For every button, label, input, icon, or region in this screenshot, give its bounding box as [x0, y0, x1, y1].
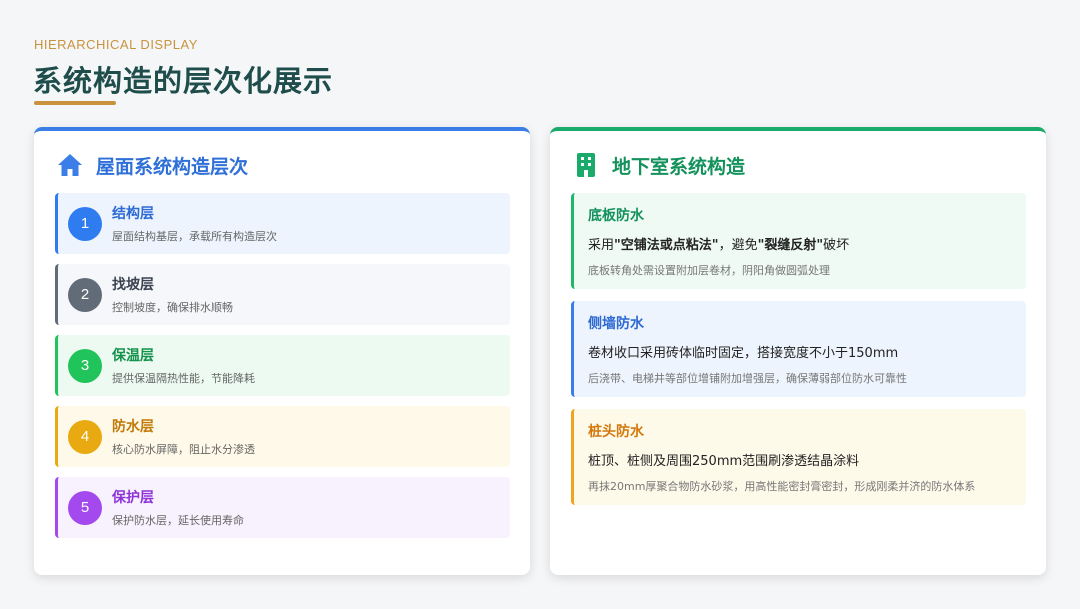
part-note: 底板转角处需设置附加层卷材，阴阳角做圆弧处理: [588, 264, 830, 277]
layer-number-badge: 2: [68, 277, 102, 312]
roof-layer-item: 3 保温层提供保温隔热性能，节能降耗: [55, 335, 510, 396]
basement-part-item: 侧墙防水卷材收口采用砖体临时固定，搭接宽度不小于150mm 后浇带、电梯井等部位增…: [571, 301, 1026, 397]
part-main-text: 采用: [588, 238, 615, 253]
part-main-line: 桩顶、桩侧及周围250mm范围刷渗透结晶涂料: [588, 450, 1026, 469]
part-main-emphasis: "裂缝反射": [757, 238, 824, 253]
part-main-text: 桩顶、桩侧及周围250mm范围刷渗透结晶涂料: [588, 454, 860, 469]
layer-name: 防水层: [112, 419, 154, 435]
basement-card-header: 地下室系统构造: [572, 150, 745, 180]
roof-card-title: 屋面系统构造层次: [96, 155, 249, 178]
title-underline: [34, 101, 116, 105]
part-name: 底板防水: [588, 208, 644, 224]
layer-name: 保护层: [112, 490, 154, 506]
roof-card: 屋面系统构造层次 1 结构层屋面结构基层，承载所有构造层次 2 找坡层控制坡度，确保排…: [34, 127, 530, 575]
layer-text: 找坡层控制坡度，确保排水顺畅: [112, 274, 233, 315]
part-main-text: ，避免: [718, 238, 758, 253]
eyebrow-label: HIERARCHICAL DISPLAY: [34, 37, 198, 52]
basement-part-list: 底板防水采用"空铺法或点粘法"，避免"裂缝反射"破坏底板转角处需设置附加层卷材，…: [571, 193, 1026, 517]
roof-layer-item: 2 找坡层控制坡度，确保排水顺畅: [55, 264, 510, 325]
part-note: 后浇带、电梯井等部位增铺附加增强层，确保薄弱部位防水可靠性: [588, 372, 907, 385]
page-title: 系统构造的层次化展示: [33, 64, 334, 98]
part-name: 侧墙防水: [588, 316, 644, 332]
layer-number-badge: 5: [68, 490, 102, 525]
basement-card-title: 地下室系统构造: [612, 155, 746, 178]
layer-description: 提供保温隔热性能，节能降耗: [112, 372, 255, 385]
layer-description: 控制坡度，确保排水顺畅: [112, 301, 233, 314]
part-note: 再抹20mm厚聚合物防水砂浆，用高性能密封膏密封，形成刚柔并济的防水体系: [588, 480, 976, 493]
layer-name: 保温层: [112, 348, 154, 364]
part-main-emphasis: "空铺法或点粘法": [614, 238, 719, 253]
roof-layer-item: 1 结构层屋面结构基层，承载所有构造层次: [55, 193, 510, 254]
layer-number-badge: 4: [68, 419, 102, 454]
basement-part-item: 底板防水采用"空铺法或点粘法"，避免"裂缝反射"破坏底板转角处需设置附加层卷材，…: [571, 193, 1026, 289]
basement-card: 地下室系统构造 底板防水采用"空铺法或点粘法"，避免"裂缝反射"破坏底板转角处需…: [550, 127, 1046, 575]
layer-description: 核心防水屏障，阻止水分渗透: [112, 443, 255, 456]
layer-description: 屋面结构基层，承载所有构造层次: [112, 230, 277, 243]
part-main-line: 卷材收口采用砖体临时固定，搭接宽度不小于150mm: [588, 342, 1026, 361]
layer-name: 结构层: [112, 206, 154, 222]
layer-number-badge: 3: [68, 348, 102, 383]
roof-layer-list: 1 结构层屋面结构基层，承载所有构造层次 2 找坡层控制坡度，确保排水顺畅 3 保温层提供…: [55, 193, 510, 548]
layer-description: 保护防水层，延长使用寿命: [112, 514, 244, 527]
part-main-text: 破坏: [823, 238, 850, 253]
part-main-text: 卷材收口采用砖体临时固定，搭接宽度不小于150mm: [588, 346, 899, 361]
layer-number-badge: 1: [68, 206, 102, 241]
layer-text: 保护层保护防水层，延长使用寿命: [112, 487, 244, 528]
part-main-line: 采用"空铺法或点粘法"，避免"裂缝反射"破坏: [588, 234, 1026, 253]
roof-card-header: 屋面系统构造层次: [56, 150, 248, 180]
layer-text: 防水层核心防水屏障，阻止水分渗透: [112, 416, 255, 457]
layer-text: 结构层屋面结构基层，承载所有构造层次: [112, 203, 277, 244]
roof-layer-item: 4 防水层核心防水屏障，阻止水分渗透: [55, 406, 510, 467]
home-icon: [56, 151, 84, 179]
building-icon: [572, 151, 600, 179]
roof-layer-item: 5 保护层保护防水层，延长使用寿命: [55, 477, 510, 538]
basement-part-item: 桩头防水桩顶、桩侧及周围250mm范围刷渗透结晶涂料再抹20mm厚聚合物防水砂浆…: [571, 409, 1026, 505]
layer-name: 找坡层: [112, 277, 154, 293]
part-name: 桩头防水: [588, 424, 644, 440]
layer-text: 保温层提供保温隔热性能，节能降耗: [112, 345, 255, 386]
